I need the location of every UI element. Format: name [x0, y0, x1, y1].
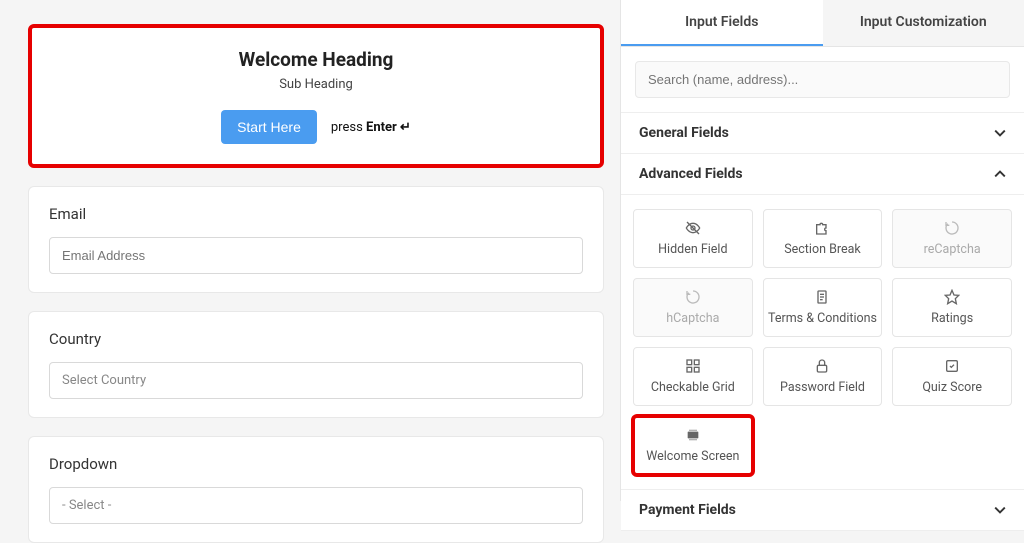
chevron-down-icon	[994, 506, 1006, 514]
press-key: Enter	[366, 120, 397, 135]
section-payment-label: Payment Fields	[639, 502, 736, 518]
field-password[interactable]: Password Field	[763, 347, 883, 406]
press-enter-hint: press Enter ↵	[331, 120, 411, 135]
field-welcome-screen[interactable]: Welcome Screen	[633, 416, 753, 475]
field-section-break-label: Section Break	[784, 242, 861, 257]
puzzle-icon	[814, 220, 830, 236]
field-hcaptcha-label: hCaptcha	[666, 311, 719, 326]
field-recaptcha-label: reCaptcha	[924, 242, 981, 257]
document-icon	[814, 289, 830, 305]
welcome-subheading: Sub Heading	[52, 77, 580, 92]
field-recaptcha[interactable]: reCaptcha	[892, 209, 1012, 268]
search-input[interactable]	[635, 61, 1010, 98]
welcome-card[interactable]: Welcome Heading Sub Heading Start Here p…	[28, 24, 604, 168]
grid-icon	[685, 358, 701, 374]
dropdown-label: Dropdown	[49, 455, 583, 473]
spinner-icon	[685, 289, 701, 305]
field-ratings-label: Ratings	[931, 311, 973, 326]
eye-slash-icon	[685, 220, 701, 236]
enter-icon: ↵	[400, 120, 411, 135]
field-password-label: Password Field	[780, 380, 865, 395]
section-general-label: General Fields	[639, 125, 729, 141]
lock-icon	[814, 358, 830, 374]
field-quiz-score[interactable]: Quiz Score	[892, 347, 1012, 406]
email-label: Email	[49, 205, 583, 223]
section-payment-fields[interactable]: Payment Fields	[621, 489, 1024, 531]
chevron-up-icon	[994, 170, 1006, 178]
press-prefix: press	[331, 120, 363, 135]
spinner-icon	[944, 220, 960, 236]
field-hidden-label: Hidden Field	[658, 242, 727, 257]
field-welcome-screen-label: Welcome Screen	[646, 449, 739, 464]
start-here-button[interactable]: Start Here	[221, 110, 317, 144]
field-quiz-score-label: Quiz Score	[922, 380, 982, 395]
dropdown-placeholder: - Select -	[62, 498, 111, 513]
advanced-fields-grid: Hidden Field Section Break reCaptcha hCa…	[621, 195, 1024, 489]
star-icon	[944, 289, 960, 305]
country-placeholder: Select Country	[62, 373, 146, 388]
welcome-heading: Welcome Heading	[52, 48, 580, 71]
field-hcaptcha[interactable]: hCaptcha	[633, 278, 753, 337]
email-field-card[interactable]: Email	[28, 186, 604, 293]
country-label: Country	[49, 330, 583, 348]
section-general-fields[interactable]: General Fields	[621, 112, 1024, 154]
tab-input-fields[interactable]: Input Fields	[621, 0, 823, 46]
dropdown-select[interactable]: - Select -	[49, 487, 583, 524]
field-hidden[interactable]: Hidden Field	[633, 209, 753, 268]
chevron-down-icon	[994, 129, 1006, 137]
section-advanced-fields[interactable]: Advanced Fields	[621, 154, 1024, 195]
tab-input-customization[interactable]: Input Customization	[823, 0, 1024, 46]
field-section-break[interactable]: Section Break	[763, 209, 883, 268]
field-checkable-grid-label: Checkable Grid	[651, 380, 735, 395]
field-terms[interactable]: Terms & Conditions	[763, 278, 883, 337]
quiz-icon	[944, 358, 960, 374]
country-field-card[interactable]: Country Select Country	[28, 311, 604, 418]
sidebar-tabs: Input Fields Input Customization	[621, 0, 1024, 47]
field-checkable-grid[interactable]: Checkable Grid	[633, 347, 753, 406]
screen-icon	[685, 427, 701, 443]
section-advanced-label: Advanced Fields	[639, 166, 743, 182]
email-input[interactable]	[49, 237, 583, 274]
field-terms-label: Terms & Conditions	[768, 311, 877, 326]
country-select[interactable]: Select Country	[49, 362, 583, 399]
field-ratings[interactable]: Ratings	[892, 278, 1012, 337]
dropdown-field-card[interactable]: Dropdown - Select -	[28, 436, 604, 543]
